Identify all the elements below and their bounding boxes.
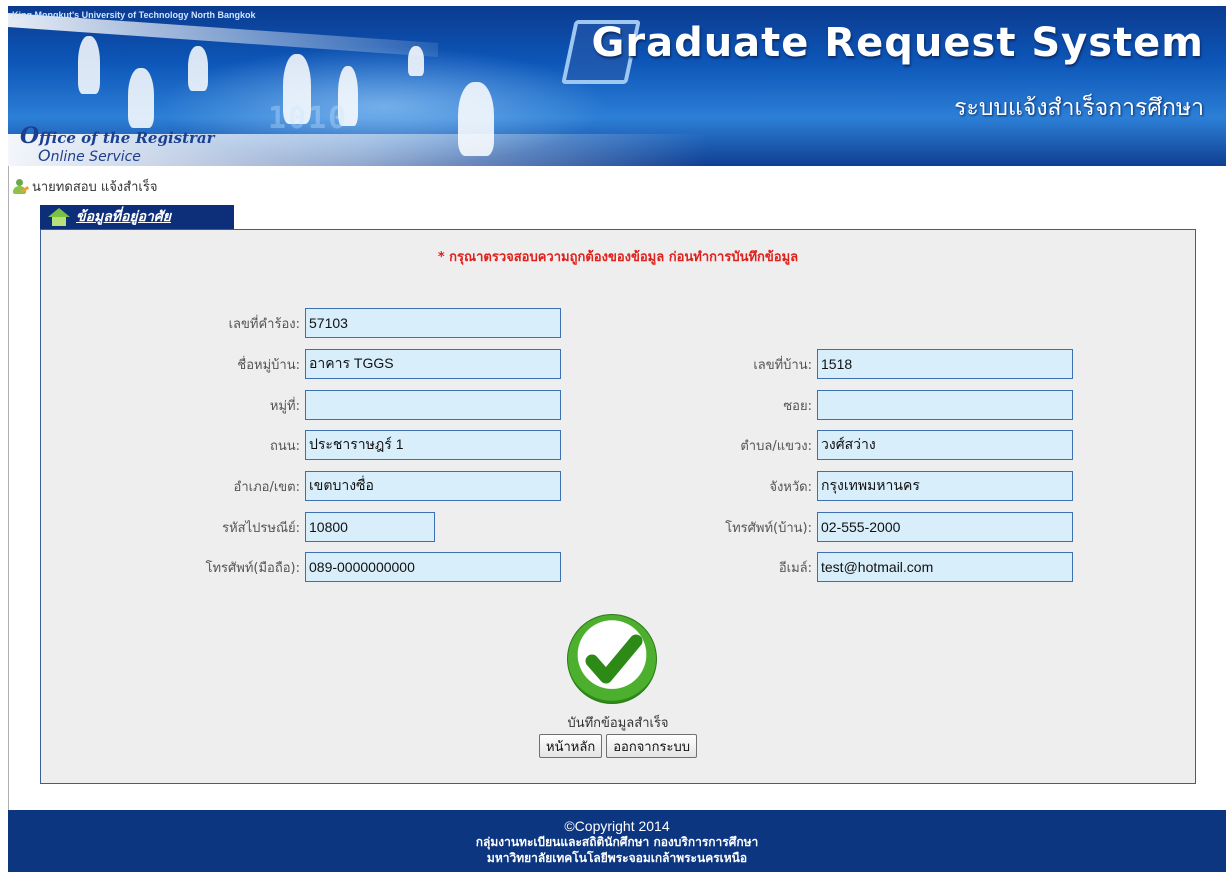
email-field: อีเมล์: [521, 552, 1073, 582]
home-phone-field: โทรศัพท์(บ้าน): [521, 512, 1073, 542]
house-icon [48, 208, 70, 226]
house-no-field: เลขที่บ้าน: [521, 349, 1073, 379]
office-sub-text: nline Service [50, 149, 141, 165]
road-label: ถนน: [269, 438, 300, 454]
home-button[interactable]: หน้าหลัก [539, 734, 603, 758]
province-field: จังหวัด: [521, 471, 1073, 501]
panel-title: ข้อมูลที่อยู่อาศัย [76, 209, 171, 225]
mobile-field: โทรศัพท์(มือถือ): [41, 552, 561, 582]
subdistrict-label: ตำบล/แขวง: [740, 438, 812, 454]
user-info: นายทดสอบ แจ้งสำเร็จ [12, 176, 157, 197]
house-no-input[interactable] [817, 349, 1073, 379]
system-subtitle: ระบบแจ้งสำเร็จการศึกษา [954, 95, 1204, 121]
postcode-field: รหัสไปรษณีย์: [41, 512, 435, 542]
page-border [8, 166, 9, 810]
success-check-icon [567, 614, 657, 704]
moo-label: หมู่ที่: [269, 398, 300, 414]
action-buttons: หน้าหลัก ออกจากระบบ [41, 734, 1195, 758]
university-name: King Mongkut's University of Technology … [12, 10, 256, 20]
header-banner: 1010 King Mongkut's University of Techno… [8, 6, 1226, 166]
province-input[interactable] [817, 471, 1073, 501]
user-status: แจ้งสำเร็จ [100, 180, 158, 195]
soi-field: ซอย: [521, 390, 1073, 420]
office-logo-sub: Online Service [38, 146, 141, 165]
house-no-label: เลขที่บ้าน: [753, 357, 812, 373]
request-no-label: เลขที่คำร้อง: [228, 316, 300, 332]
district-label: อำเภอ/เขต: [233, 479, 300, 495]
banner-figure [408, 46, 424, 76]
subdistrict-field: ตำบล/แขวง: [521, 430, 1073, 460]
subdistrict-input[interactable] [817, 430, 1073, 460]
mobile-label: โทรศัพท์(มือถือ): [205, 560, 300, 576]
user-edit-icon [12, 178, 30, 195]
province-label: จังหวัด: [769, 479, 812, 495]
user-name: นายทดสอบ [32, 180, 97, 195]
district-field: อำเภอ/เขต: [41, 471, 561, 501]
logout-button[interactable]: ออกจากระบบ [606, 734, 697, 758]
request-no-input[interactable] [305, 308, 561, 338]
road-field: ถนน: [41, 430, 561, 460]
request-no-field: เลขที่คำร้อง: [41, 308, 561, 338]
footer-copyright: ©Copyright 2014 [564, 818, 670, 834]
soi-input[interactable] [817, 390, 1073, 420]
footer-department: กลุ่มงานทะเบียนและสถิตินักศึกษา กองบริกา… [475, 835, 759, 849]
home-phone-input[interactable] [817, 512, 1073, 542]
panel-title-tab: ข้อมูลที่อยู่อาศัย [40, 205, 234, 229]
home-phone-label: โทรศัพท์(บ้าน): [725, 520, 812, 536]
postcode-input[interactable] [305, 512, 435, 542]
warning-message: * กรุณาตรวจสอบความถูกต้องของข้อมูล ก่อนท… [437, 250, 799, 265]
postcode-label: รหัสไปรษณีย์: [222, 520, 300, 536]
banner-binary: 1010 [268, 101, 349, 136]
footer-university: มหาวิทยาลัยเทคโนโลยีพระจอมเกล้าพระนครเหน… [486, 851, 748, 865]
village-label: ชื่อหมู่บ้าน: [237, 357, 300, 373]
system-title: Graduate Request System [591, 20, 1204, 66]
office-name-text: ffice of the Registrar [39, 129, 215, 147]
email-input[interactable] [817, 552, 1073, 582]
soi-label: ซอย: [783, 398, 812, 414]
banner-figure [78, 36, 100, 94]
success-message: บันทึกข้อมูลสำเร็จ [567, 716, 669, 731]
page-footer: ©Copyright 2014 กลุ่มงานทะเบียนและสถิติน… [8, 810, 1226, 872]
email-label: อีเมล์: [778, 560, 812, 576]
moo-field: หมู่ที่: [41, 390, 561, 420]
village-field: ชื่อหมู่บ้าน: [41, 349, 561, 379]
address-panel: * กรุณาตรวจสอบความถูกต้องของข้อมูล ก่อนท… [40, 229, 1196, 784]
banner-figure [128, 68, 154, 128]
office-logo: Office of the Registrar [20, 123, 215, 149]
banner-figure [188, 46, 208, 91]
